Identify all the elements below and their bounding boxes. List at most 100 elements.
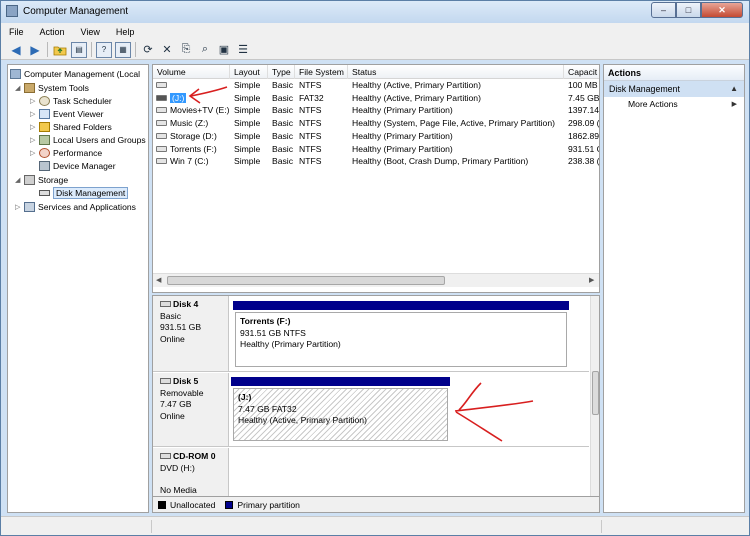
status-bar bbox=[1, 516, 749, 535]
minimize-button[interactable]: – bbox=[651, 2, 676, 18]
table-row[interactable]: (J:) Simple Basic FAT32 Healthy (Active,… bbox=[153, 92, 599, 105]
status-divider bbox=[601, 520, 602, 533]
legend-primary-partition: Primary partition bbox=[237, 499, 300, 510]
partition-j-drive[interactable]: (J:) 7.47 GB FAT32 Healthy (Active, Prim… bbox=[231, 377, 450, 443]
expand-arrow-icon[interactable]: ▷ bbox=[15, 203, 22, 211]
disk-label[interactable]: Disk 5 Removable 7.47 GB Online bbox=[153, 373, 229, 446]
title-bar[interactable]: Computer Management – □ ✕ bbox=[1, 1, 749, 23]
console-tree-icon[interactable]: ▤ bbox=[71, 41, 87, 58]
actions-header: Actions bbox=[604, 65, 744, 81]
back-arrow-icon[interactable]: ◀ bbox=[8, 42, 24, 58]
performance-icon bbox=[39, 147, 50, 158]
tree-item-shared-folders[interactable]: ▷ Shared Folders bbox=[30, 120, 112, 133]
close-button[interactable]: ✕ bbox=[701, 2, 743, 18]
column-capacity[interactable]: Capacit bbox=[564, 65, 599, 79]
clock-icon bbox=[39, 95, 50, 106]
toolbar-separator bbox=[91, 42, 92, 57]
menu-bar: File Action View Help bbox=[1, 23, 749, 40]
partition-torrents[interactable]: Torrents (F:) 931.51 GB NTFS Healthy (Pr… bbox=[233, 301, 569, 369]
actions-pane: Actions Disk Management ▲ More Actions ▶ bbox=[603, 64, 745, 513]
tree-item-performance[interactable]: ▷ Performance bbox=[30, 146, 102, 159]
legend-unallocated: Unallocated bbox=[170, 499, 216, 510]
wizard-icon[interactable]: ▣ bbox=[216, 42, 232, 58]
delete-icon[interactable]: ✕ bbox=[159, 42, 175, 58]
table-row[interactable]: Storage (D:) Simple Basic NTFS Healthy (… bbox=[153, 130, 599, 143]
tree-item-local-users[interactable]: ▷ Local Users and Groups bbox=[30, 133, 146, 146]
expand-arrow-icon[interactable]: ▷ bbox=[30, 136, 37, 144]
vertical-scrollbar[interactable] bbox=[590, 296, 599, 496]
tree-item-system-tools[interactable]: ◢ System Tools bbox=[15, 81, 89, 94]
scrollbar-thumb[interactable] bbox=[592, 371, 599, 415]
primary-partition-swatch bbox=[225, 500, 234, 509]
primary-partition-bar bbox=[233, 301, 569, 310]
tree-item-services-applications[interactable]: ▷ Services and Applications bbox=[15, 200, 136, 213]
partition-body: (J:) 7.47 GB FAT32 Healthy (Active, Prim… bbox=[233, 388, 448, 441]
more-actions-item[interactable]: More Actions ▶ bbox=[604, 97, 744, 112]
expand-arrow-icon[interactable]: ◢ bbox=[15, 176, 22, 184]
disk-label[interactable]: Disk 4 Basic 931.51 GB Online bbox=[153, 296, 229, 371]
table-row[interactable]: Torrents (F:) Simple Basic NTFS Healthy … bbox=[153, 143, 599, 156]
expand-arrow-icon[interactable]: ◢ bbox=[15, 84, 22, 92]
scroll-left-icon[interactable]: ◀ bbox=[156, 276, 161, 284]
expand-arrow-icon[interactable]: ▷ bbox=[30, 123, 37, 131]
scrollbar-thumb[interactable] bbox=[167, 276, 445, 285]
tree-item-storage[interactable]: ◢ Storage bbox=[15, 173, 68, 186]
column-layout[interactable]: Layout bbox=[230, 65, 268, 79]
column-status[interactable]: Status bbox=[348, 65, 564, 79]
console-tree: Computer Management (Local ◢ System Tool… bbox=[7, 64, 149, 513]
table-row[interactable]: Simple Basic NTFS Healthy (Active, Prima… bbox=[153, 79, 599, 92]
maximize-button[interactable]: □ bbox=[676, 2, 701, 18]
properties-icon[interactable]: ▦ bbox=[115, 41, 131, 58]
menu-view[interactable]: View bbox=[81, 27, 100, 37]
tree-item-device-manager[interactable]: Device Manager bbox=[30, 159, 116, 172]
disk-row-disk4[interactable]: Disk 4 Basic 931.51 GB Online Torrents (… bbox=[153, 296, 589, 372]
disk-view: Disk 4 Basic 931.51 GB Online Torrents (… bbox=[152, 295, 600, 497]
partition-body: Torrents (F:) 931.51 GB NTFS Healthy (Pr… bbox=[235, 312, 567, 367]
unallocated-swatch bbox=[158, 500, 166, 509]
selected-volume-label: (J:) bbox=[170, 92, 187, 103]
table-row[interactable]: Music (Z:) Simple Basic NTFS Healthy (Sy… bbox=[153, 117, 599, 130]
volume-list-header: Volume Layout Type File System Status Ca… bbox=[153, 65, 599, 79]
tree-item-event-viewer[interactable]: ▷ Event Viewer bbox=[30, 107, 103, 120]
cdrom-icon bbox=[160, 453, 171, 459]
disk-row-disk5[interactable]: Disk 5 Removable 7.47 GB Online (J:) 7.4… bbox=[153, 373, 589, 447]
refresh-icon[interactable]: ⟳ bbox=[140, 42, 156, 58]
toolbar-separator bbox=[47, 42, 48, 57]
disk-icon bbox=[160, 301, 171, 307]
column-volume[interactable]: Volume bbox=[153, 65, 230, 79]
event-viewer-icon bbox=[39, 108, 50, 119]
users-icon bbox=[39, 134, 50, 145]
collapse-arrow-icon[interactable]: ▲ bbox=[730, 81, 738, 97]
up-folder-icon[interactable] bbox=[52, 42, 68, 58]
find-icon[interactable]: ⌕ bbox=[197, 42, 213, 58]
disk-label[interactable]: CD-ROM 0 DVD (H:) No Media bbox=[153, 448, 229, 496]
disk-icon bbox=[160, 378, 171, 384]
toolbar: ◀ ▶ ▤ ? ▦ ⟳ ✕ ⎘ ⌕ ▣ ☰ bbox=[1, 40, 749, 60]
expand-arrow-icon[interactable]: ▷ bbox=[30, 110, 37, 118]
export-icon[interactable]: ⎘ bbox=[178, 42, 194, 58]
volume-list: Volume Layout Type File System Status Ca… bbox=[152, 64, 600, 293]
expand-arrow-icon[interactable]: ▷ bbox=[30, 97, 37, 105]
forward-arrow-icon[interactable]: ▶ bbox=[27, 42, 43, 58]
tools-icon bbox=[24, 82, 35, 93]
submenu-arrow-icon: ▶ bbox=[731, 101, 737, 108]
help-icon[interactable]: ? bbox=[96, 41, 112, 58]
column-file-system[interactable]: File System bbox=[295, 65, 348, 79]
menu-file[interactable]: File bbox=[9, 27, 24, 37]
list-icon[interactable]: ☰ bbox=[235, 42, 251, 58]
table-row[interactable]: Movies+TV (E:) Simple Basic NTFS Healthy… bbox=[153, 104, 599, 117]
disk-row-cdrom[interactable]: CD-ROM 0 DVD (H:) No Media bbox=[153, 448, 589, 496]
disk-management-icon bbox=[39, 189, 50, 196]
tree-item-task-scheduler[interactable]: ▷ Task Scheduler bbox=[30, 94, 112, 107]
expand-arrow-icon[interactable]: ▷ bbox=[30, 149, 37, 157]
tree-item-disk-management[interactable]: Disk Management bbox=[30, 186, 129, 199]
actions-section-disk-management[interactable]: Disk Management ▲ bbox=[604, 81, 744, 97]
window-controls: – □ ✕ bbox=[651, 2, 743, 18]
scroll-right-icon[interactable]: ▶ bbox=[589, 276, 594, 284]
menu-action[interactable]: Action bbox=[40, 27, 65, 37]
tree-item-computer-management[interactable]: Computer Management (Local bbox=[10, 67, 140, 80]
table-row[interactable]: Win 7 (C:) Simple Basic NTFS Healthy (Bo… bbox=[153, 155, 599, 168]
horizontal-scrollbar[interactable]: ◀ ▶ bbox=[153, 273, 599, 287]
column-type[interactable]: Type bbox=[268, 65, 295, 79]
menu-help[interactable]: Help bbox=[116, 27, 135, 37]
